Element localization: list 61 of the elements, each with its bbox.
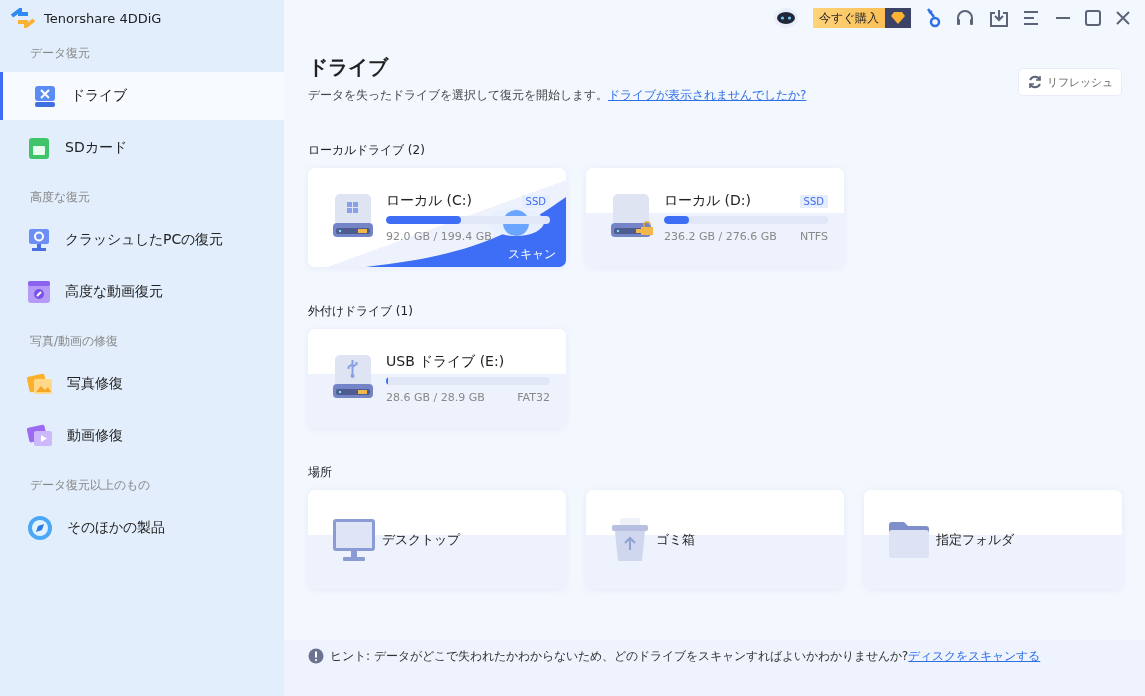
menu-icon[interactable] [1023, 10, 1041, 26]
refresh-button[interactable]: リフレッシュ [1018, 68, 1122, 96]
hard-drive-icon [610, 193, 654, 239]
drive-card[interactable]: ローカル (C:) SSD 92.0 GB / 199.4 GB スキャン [308, 168, 566, 267]
sidebar-item[interactable]: 写真修復 [0, 360, 284, 408]
download-icon[interactable] [989, 9, 1009, 27]
scan-disk-link[interactable]: ディスクをスキャンする [908, 649, 1041, 663]
scan-label: スキャン [508, 246, 556, 263]
maximize-icon[interactable] [1085, 10, 1101, 26]
info-icon [308, 648, 324, 664]
sidebar-item[interactable]: ドライブ [0, 72, 284, 120]
drive-usage: 236.2 GB / 276.6 GB [664, 230, 777, 243]
drive-type-badge: SSD [799, 194, 828, 208]
drive-card[interactable]: USB ドライブ (E:) 28.6 GB / 28.9 GB FAT32 [308, 329, 566, 428]
trash-bin-icon [610, 516, 650, 563]
key-icon[interactable] [925, 8, 941, 28]
folder-icon [888, 520, 930, 559]
sidebar-heading: 高度な復元 [29, 188, 91, 206]
sidebar-item[interactable]: そのほかの製品 [0, 504, 284, 552]
drive-type-badge: SSD [521, 194, 550, 208]
video-icon [27, 424, 53, 448]
section-heading: ローカルドライブ (2) [308, 142, 426, 159]
sd-card-icon [27, 136, 51, 160]
hard-drive-icon [332, 193, 376, 239]
drive-usage: 92.0 GB / 199.4 GB [386, 230, 492, 243]
close-icon[interactable] [1115, 10, 1131, 26]
drive-name: ローカル (C:) [386, 192, 472, 210]
sidebar-item[interactable]: クラッシュしたPCの復元 [0, 216, 284, 264]
buy-now-button[interactable]: 今すぐ購入 [813, 8, 911, 28]
page-subtitle: データを失ったドライブを選択して復元を開始します。 [308, 88, 608, 102]
sidebar-item[interactable]: 動画修復 [0, 412, 284, 460]
robot-icon[interactable] [773, 7, 799, 29]
location-card[interactable]: 指定フォルダ [864, 490, 1122, 589]
drive-card[interactable]: ローカル (D:) SSD 236.2 GB / 276.6 GB NTFS [586, 168, 844, 267]
drive-name: USB ドライブ (E:) [386, 353, 505, 371]
file-system: FAT32 [517, 391, 550, 404]
location-card[interactable]: デスクトップ [308, 490, 566, 589]
refresh-icon [1027, 74, 1043, 90]
file-system: NTFS [799, 230, 828, 243]
hard-drive-icon [332, 354, 376, 400]
section-heading: 場所 [308, 464, 333, 481]
location-card[interactable]: ゴミ箱 [586, 490, 844, 589]
drive-usage: 28.6 GB / 28.9 GB [386, 391, 485, 404]
monitor-icon [27, 228, 51, 252]
diamond-icon [890, 11, 906, 25]
page-title: ドライブ [308, 54, 390, 81]
photo-icon [27, 372, 53, 396]
headset-icon[interactable] [955, 9, 975, 27]
sidebar-heading: データ復元以上のもの [29, 476, 151, 494]
sidebar-heading: データ復元 [29, 44, 91, 62]
app-title: Tenorshare 4DDiG [44, 10, 162, 26]
sidebar-heading: 写真/動画の修復 [29, 332, 120, 350]
monitor-icon [332, 517, 376, 562]
logo-icon [10, 8, 36, 28]
compass-icon [27, 515, 53, 541]
section-heading: 外付けドライブ (1) [308, 303, 414, 320]
help-link[interactable]: ドライブが表示されませんでしたか? [608, 88, 807, 102]
sidebar-item[interactable]: SDカード [0, 124, 284, 172]
hint-text: ヒント: データがどこで失われたかわからないため、どのドライブをスキャンすればよいかわかりませんか?ディスクをスキャンする [330, 648, 1041, 665]
drive-name: ローカル (D:) [664, 192, 751, 210]
sidebar-item[interactable]: 高度な動画復元 [0, 268, 284, 316]
